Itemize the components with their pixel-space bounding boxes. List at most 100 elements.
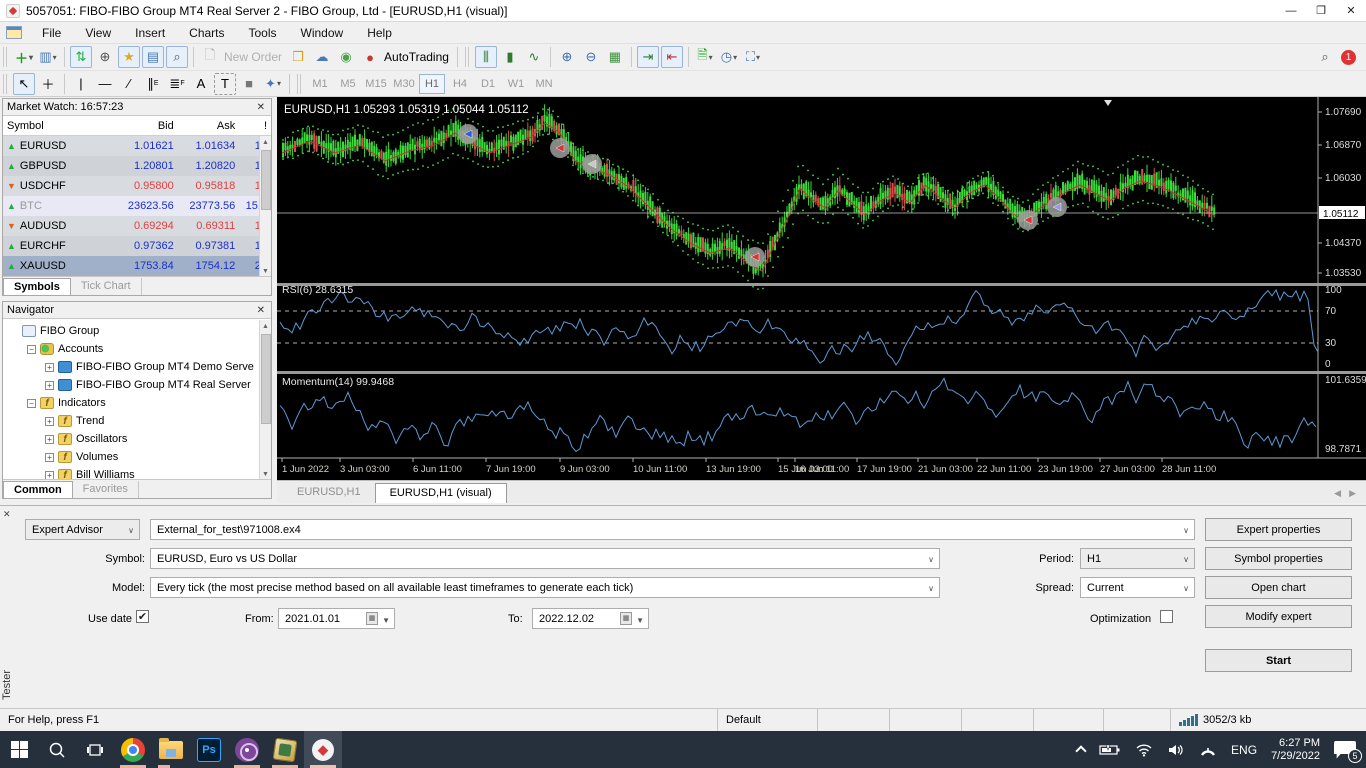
tab-common[interactable]: Common	[3, 481, 73, 498]
model-select[interactable]: Every tick (the most precise method base…	[150, 577, 940, 598]
expand-icon[interactable]: +	[45, 434, 54, 444]
bar-chart-button[interactable]: ⫼	[474, 46, 497, 68]
timeframe-mn[interactable]: MN	[531, 74, 557, 94]
zoom-in-button[interactable]: ⊕	[556, 46, 578, 68]
timeframe-m15[interactable]: M15	[363, 74, 389, 94]
col-ask[interactable]: Ask	[174, 120, 235, 132]
menu-item-window[interactable]: Window	[289, 23, 356, 43]
market-watch-row[interactable]: ▲ BTC 23623.56 23773.56 15...	[3, 196, 271, 216]
to-date-field[interactable]: 2022.12.02 ▦ ▼	[532, 608, 649, 629]
menu-item-charts[interactable]: Charts	[177, 23, 236, 43]
chrome-taskbar-button[interactable]	[114, 731, 152, 768]
tabs-scroll-right-icon[interactable]: ▶	[1349, 488, 1356, 499]
timeframe-d1[interactable]: D1	[475, 74, 501, 94]
notifications-badge[interactable]: 1	[1341, 49, 1356, 65]
tray-chevron-icon[interactable]	[1075, 744, 1087, 757]
arrows-tool[interactable]: ✦ ▾	[262, 73, 284, 95]
navigator-titlebar[interactable]: Navigator ✕	[3, 302, 271, 319]
navigator-close-icon[interactable]: ✕	[255, 305, 267, 316]
expand-icon[interactable]: +	[45, 416, 54, 426]
templates-button[interactable]: ⛶ ▾	[742, 46, 764, 68]
symbol-properties-button[interactable]: Symbol properties	[1205, 547, 1352, 570]
collapse-icon[interactable]: −	[27, 398, 36, 408]
expand-icon[interactable]: +	[45, 380, 54, 390]
shapes-tool[interactable]: ■	[238, 73, 260, 95]
tab-tick-chart[interactable]: Tick Chart	[71, 278, 142, 295]
tile-windows-button[interactable]: ▦	[604, 46, 626, 68]
toolbar-grip-2[interactable]	[464, 47, 471, 67]
minimize-button[interactable]: —	[1276, 0, 1306, 22]
terminal-toggle[interactable]: ▤	[142, 46, 164, 68]
text-label-tool[interactable]: T	[214, 72, 236, 95]
task-view-button[interactable]	[76, 731, 114, 768]
market-watch-close-icon[interactable]: ✕	[255, 102, 267, 113]
col-spread[interactable]: !	[235, 120, 271, 132]
market-watch-row[interactable]: ▲EURCHF0.973620.9738119	[3, 236, 271, 256]
col-bid[interactable]: Bid	[102, 120, 174, 132]
tree-item-fibo-fibo-group-mt4-real-server[interactable]: + FIBO-FIBO Group MT4 Real Server	[3, 376, 271, 394]
menu-item-help[interactable]: Help	[355, 23, 404, 43]
menu-item-tools[interactable]: Tools	[237, 23, 289, 43]
navigator-toggle[interactable]: ★	[118, 46, 140, 68]
symbol-select[interactable]: EURUSD, Euro vs US Dollar ∨	[150, 548, 940, 569]
use-date-checkbox[interactable]: ✔	[136, 610, 149, 623]
action-center-button[interactable]: 5	[1334, 740, 1362, 763]
from-date-field[interactable]: 2021.01.01 ▦ ▼	[278, 608, 395, 629]
toolbar-grip[interactable]	[3, 47, 9, 67]
auto-scroll-button[interactable]: ⇥	[636, 46, 659, 68]
menu-item-view[interactable]: View	[73, 23, 123, 43]
metaeditor-icon[interactable]: ❒	[287, 46, 309, 68]
explorer-taskbar-button[interactable]	[152, 731, 190, 768]
timeframe-h1[interactable]: H1	[419, 73, 445, 94]
chart-shift-button[interactable]: ⇤	[660, 46, 683, 68]
indicators-button[interactable]: 🗎 ▾	[694, 46, 716, 68]
signals-icon[interactable]: ◉	[335, 46, 357, 68]
chart-area[interactable]: EURUSD,H1 1.05293 1.05319 1.05044 1.0511…	[277, 97, 1366, 480]
text-tool[interactable]: A	[190, 73, 212, 95]
tab-favorites[interactable]: Favorites	[73, 481, 139, 498]
spread-select[interactable]: Current ∨	[1080, 577, 1195, 598]
tree-item-oscillators[interactable]: + f Oscillators	[3, 430, 271, 448]
wifi-icon[interactable]	[1135, 743, 1153, 757]
period-select[interactable]: H1 ∨	[1080, 548, 1195, 569]
ea-type-select[interactable]: Expert Advisor ∨	[25, 519, 140, 540]
channel-tool[interactable]: ∥ E	[142, 73, 164, 95]
search-icon[interactable]: ⌕	[1314, 46, 1336, 68]
market-watch-row[interactable]: ▲EURUSD1.016211.0163413	[3, 136, 271, 156]
open-chart-button[interactable]: Open chart	[1205, 576, 1352, 599]
zoom-out-button[interactable]: ⊖	[580, 46, 602, 68]
timeframe-h4[interactable]: H4	[447, 74, 473, 94]
line-chart-button[interactable]: ∿	[523, 46, 545, 68]
tree-item-volumes[interactable]: + f Volumes	[3, 448, 271, 466]
autotrading-button[interactable]: AutoTrading	[384, 50, 449, 64]
timeframe-m30[interactable]: M30	[391, 74, 417, 94]
start-button-windows[interactable]	[0, 731, 38, 768]
new-chart-button[interactable]: ＋ ▾	[13, 46, 35, 68]
market-watch-row[interactable]: ▲XAUUSD1753.841754.1228	[3, 256, 271, 276]
market-watch-titlebar[interactable]: Market Watch: 16:57:23 ✕	[3, 99, 271, 116]
periods-button[interactable]: ◷ ▾	[718, 46, 740, 68]
timeframe-w1[interactable]: W1	[503, 74, 529, 94]
battery-icon[interactable]	[1099, 743, 1121, 757]
expand-icon[interactable]: +	[45, 362, 54, 372]
chart-tab-eurusd-h1-visual-[interactable]: EURUSD,H1 (visual)	[374, 483, 507, 503]
tab-symbols[interactable]: Symbols	[3, 278, 71, 295]
crosshair-tool[interactable]: ＋	[37, 73, 59, 95]
market-watch-row[interactable]: ▼AUDUSD0.692940.6931117	[3, 216, 271, 236]
market-watch-scrollbar[interactable]: ▲ ▼	[259, 136, 271, 277]
tree-item-trend[interactable]: + f Trend	[3, 412, 271, 430]
profiles-button[interactable]: ▥ ▾	[37, 46, 59, 68]
cursor-tool[interactable]: ↖	[13, 72, 35, 95]
navigator-scrollbar[interactable]: ▲ ▼	[259, 320, 271, 480]
taskbar-clock[interactable]: 6:27 PM 7/29/2022	[1271, 737, 1320, 763]
trendline-tool[interactable]: ∕	[118, 73, 140, 95]
close-button[interactable]: ✕	[1336, 0, 1366, 22]
mt4-taskbar-button[interactable]: ◆	[304, 731, 342, 768]
publish-chart-icon[interactable]: ☁	[311, 46, 333, 68]
timeframe-m1[interactable]: M1	[307, 74, 333, 94]
vertical-line-tool[interactable]: |	[70, 73, 92, 95]
language-indicator[interactable]: ENG	[1231, 743, 1257, 757]
calendar-icon-2[interactable]: ▦	[620, 612, 632, 625]
tree-item-fibo-fibo-group-mt4-demo-serve[interactable]: + FIBO-FIBO Group MT4 Demo Serve	[3, 358, 271, 376]
new-order-button[interactable]: New Order	[224, 50, 282, 64]
